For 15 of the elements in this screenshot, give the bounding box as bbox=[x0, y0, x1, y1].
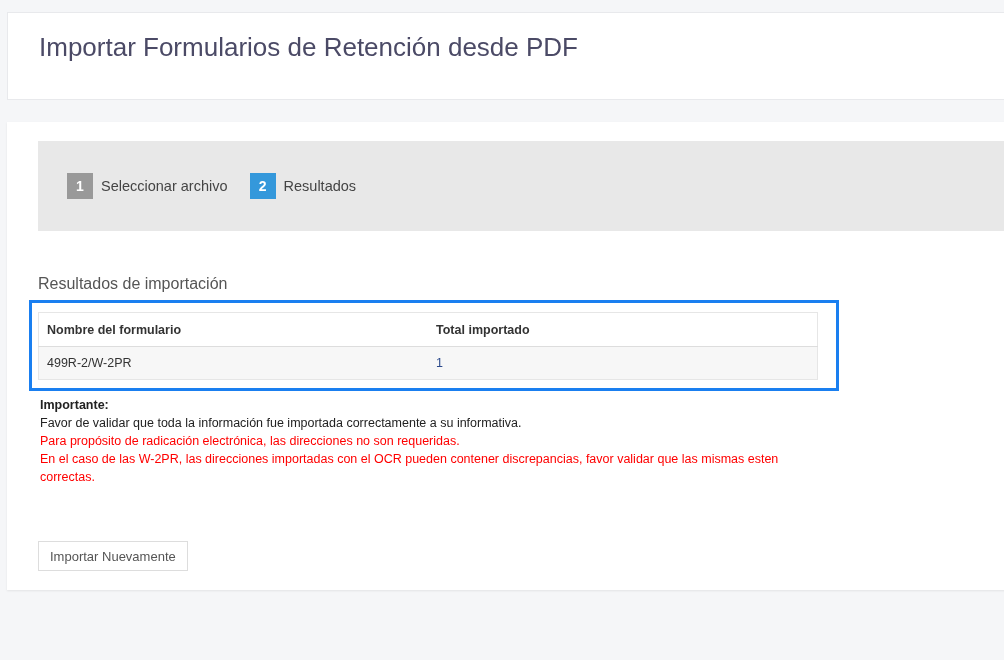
table-cell: 499R-2/W-2PR bbox=[38, 346, 428, 380]
table-cell: 1 bbox=[428, 346, 818, 380]
import-again-button[interactable]: Importar Nuevamente bbox=[38, 541, 188, 571]
section-heading: Resultados de importación bbox=[38, 275, 228, 293]
notes-title: Importante: bbox=[40, 398, 109, 412]
step-number: 1 bbox=[67, 173, 93, 199]
note-text: Para propósito de radicación electrónica, las direcciones no son requeridas. bbox=[40, 434, 460, 448]
step-label[interactable]: Resultados bbox=[283, 178, 357, 194]
page-title: Importar Formularios de Retención desde PDF bbox=[39, 32, 578, 63]
note-text: En el caso de las W-2PR, las direcciones importadas con el OCR pueden contener discrepancias, favor validar que las mismas esten correctas. bbox=[40, 452, 779, 484]
column-header: Nombre del formulario bbox=[38, 312, 428, 347]
note-text: Favor de validar que toda la información fue importada correctamente a su informativa. bbox=[40, 416, 522, 430]
column-header: Total importado bbox=[428, 312, 818, 347]
step-number: 2 bbox=[249, 173, 276, 199]
step-label[interactable]: Seleccionar archivo bbox=[101, 178, 228, 194]
